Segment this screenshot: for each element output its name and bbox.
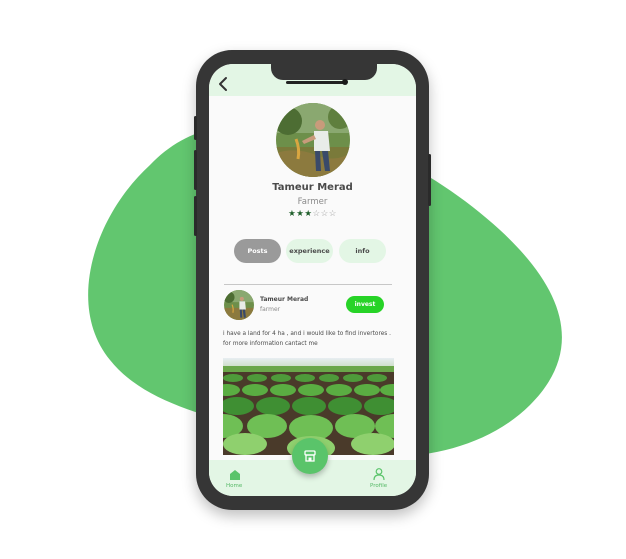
- home-icon[interactable]: [228, 468, 242, 482]
- phone-power-button: [428, 154, 431, 206]
- post-author-avatar[interactable]: [224, 290, 254, 320]
- user-icon[interactable]: [372, 467, 386, 481]
- profile-name: Tameur Merad: [272, 182, 353, 193]
- section-divider: [224, 284, 392, 285]
- app-screen: Tameur Merad Farmer ★★★☆☆☆ Posts experie…: [209, 64, 416, 496]
- post-author-name[interactable]: Tameur Merad: [260, 296, 308, 303]
- post-author-role: farmer: [260, 306, 281, 313]
- phone-speaker: [286, 81, 344, 84]
- post-text: i have a land for 4 ha , and i would lik…: [223, 331, 391, 347]
- phone-notch: [271, 64, 377, 80]
- tab-experience[interactable]: experience: [286, 239, 333, 263]
- rating-stars: ★★★☆☆☆: [209, 209, 416, 219]
- rating-stars-filled: ★★★: [288, 209, 313, 219]
- invest-button[interactable]: invest: [346, 296, 384, 313]
- phone-volume-down: [194, 196, 197, 236]
- nav-home-label[interactable]: Home: [226, 483, 242, 489]
- phone-camera: [342, 79, 348, 85]
- rating-stars-empty: ☆☆☆: [312, 209, 337, 219]
- tab-posts[interactable]: Posts: [234, 239, 281, 263]
- phone-volume-up: [194, 150, 197, 190]
- tab-info[interactable]: info: [339, 239, 386, 263]
- store-icon: [304, 450, 316, 462]
- profile-role: Farmer: [297, 197, 328, 207]
- nav-profile-label[interactable]: Profile: [370, 483, 387, 489]
- center-fab-button[interactable]: [292, 438, 328, 474]
- phone-side-button: [194, 116, 197, 140]
- profile-avatar: [276, 103, 350, 177]
- chevron-left-icon[interactable]: [216, 76, 232, 92]
- phone-frame: Tameur Merad Farmer ★★★☆☆☆ Posts experie…: [194, 50, 431, 510]
